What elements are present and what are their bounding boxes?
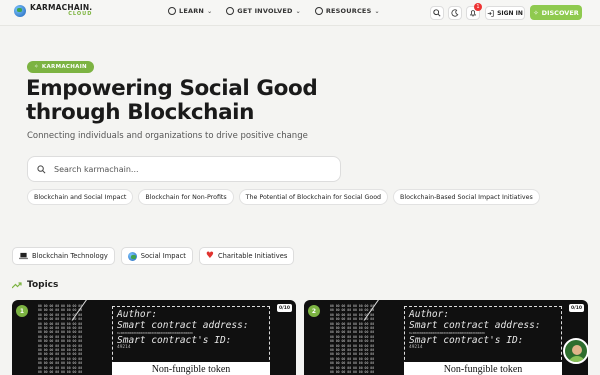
discover-button[interactable]: ✧ DISCOVER (530, 5, 582, 20)
logo[interactable]: KARMACHAIN. CLOUD (14, 4, 92, 18)
topics-heading-label: Topics (27, 280, 59, 290)
suggestion-chip[interactable]: Blockchain and Social Impact (27, 189, 134, 205)
sparkle-icon: ✧ (533, 8, 539, 17)
avatar[interactable] (563, 338, 589, 364)
suggestion-chip[interactable]: Blockchain for Non-Profits (138, 189, 234, 205)
nav-get-involved-label: GET INVOLVED (237, 7, 293, 15)
logo-subtext: CLOUD (68, 11, 93, 17)
search-icon (37, 164, 46, 173)
card-id-value: 49214 (409, 345, 423, 350)
suggestion-chip[interactable]: The Potential of Blockchain for Social G… (238, 189, 389, 205)
search-input[interactable] (54, 164, 314, 174)
card-number-badge: 2 (308, 305, 320, 317)
card-author-label: Author: (409, 309, 450, 320)
nav-get-involved[interactable]: GET INVOLVED ⌄ (226, 7, 301, 15)
category-charitable-initiatives[interactable]: ♥ Charitable Initiatives (198, 247, 295, 265)
heart-icon: ♥ (205, 250, 214, 261)
top-nav-bar: KARMACHAIN. CLOUD LEARN ⌄ GET INVOLVED ⌄… (0, 0, 600, 26)
topic-card[interactable]: 2 00 00 00 00 00 00 00 00 00 00 00 00 00… (304, 300, 588, 375)
page-title-line1: Empowering Social Good (26, 76, 318, 101)
logo-text: KARMACHAIN. (30, 3, 93, 12)
theme-toggle-button[interactable] (448, 6, 462, 20)
chevron-down-icon: ⌄ (207, 7, 213, 15)
card-contract-box: Author: Smart contract address: 0x000000… (404, 306, 562, 370)
page-subtitle: Connecting individuals and organizations… (27, 131, 308, 141)
compass-icon (226, 7, 235, 15)
topics-heading: Topics (12, 280, 58, 290)
category-label: Blockchain Technology (32, 252, 108, 260)
card-hex-pattern: 00 00 00 00 00 00 00 00 00 00 00 00 00 0… (330, 304, 375, 375)
laptop-icon (19, 252, 28, 260)
suggestion-chip[interactable]: Blockchain-Based Social Impact Initiativ… (393, 189, 540, 205)
card-id-label: Smart contract's ID: (409, 335, 524, 346)
card-id-value: 49214 (117, 345, 131, 350)
card-count-badge: 0/10 (276, 304, 292, 312)
card-contract-label: Smart contract address: (117, 320, 249, 331)
nav-learn[interactable]: LEARN ⌄ (168, 7, 212, 15)
login-icon (487, 9, 494, 17)
trending-up-icon (12, 281, 22, 288)
chevron-down-icon: ⌄ (295, 7, 301, 15)
card-contract-box: Author: Smart contract address: 0x000000… (112, 306, 270, 370)
topic-card[interactable]: 1 00 00 00 00 00 00 00 00 00 00 00 00 00… (12, 300, 296, 375)
card-author-label: Author: (117, 309, 158, 320)
sign-in-button[interactable]: SIGN IN (485, 6, 525, 20)
compass-icon (314, 7, 323, 15)
search-icon (433, 9, 441, 17)
card-id-label: Smart contract's ID: (117, 335, 232, 346)
category-blockchain-technology[interactable]: Blockchain Technology (12, 247, 115, 265)
globe-logo-icon (14, 5, 26, 17)
category-filters: Blockchain Technology Social Impact ♥ Ch… (12, 247, 295, 265)
main-nav: LEARN ⌄ GET INVOLVED ⌄ RESOURCES ⌄ (168, 7, 380, 15)
card-token-label: Non-fungible token (112, 362, 270, 375)
category-social-impact[interactable]: Social Impact (120, 247, 193, 265)
category-label: Charitable Initiatives (217, 252, 288, 260)
card-contract-label: Smart contract address: (409, 320, 541, 331)
card-number-badge: 1 (16, 305, 28, 317)
discover-label: DISCOVER (541, 8, 579, 17)
hero-tag-label: KARMACHAIN (41, 64, 87, 70)
notification-badge: 1 (474, 3, 482, 11)
globe-icon (127, 251, 137, 261)
page-title: Empowering Social Good through Blockchai… (26, 77, 346, 125)
nav-resources-label: RESOURCES (325, 7, 372, 15)
card-count-badge: 0/10 (568, 304, 584, 312)
compass-icon (168, 7, 176, 15)
search-suggestions: Blockchain and Social Impact Blockchain … (27, 189, 540, 205)
moon-icon (451, 9, 459, 17)
sparkle-icon: ✧ (34, 64, 39, 70)
page-title-line2: through Blockchain (26, 100, 255, 125)
hero-tag: ✧ KARMACHAIN (27, 61, 94, 73)
category-label: Social Impact (140, 252, 186, 260)
card-token-label: Non-fungible token (404, 362, 562, 375)
card-hex-pattern: 00 00 00 00 00 00 00 00 00 00 00 00 00 0… (38, 304, 83, 375)
nav-learn-label: LEARN (179, 7, 205, 15)
chevron-down-icon: ⌄ (374, 7, 380, 15)
sign-in-label: SIGN IN (497, 9, 523, 17)
search-bar[interactable] (27, 156, 341, 182)
nav-resources[interactable]: RESOURCES ⌄ (314, 7, 380, 15)
search-button[interactable] (430, 6, 444, 20)
